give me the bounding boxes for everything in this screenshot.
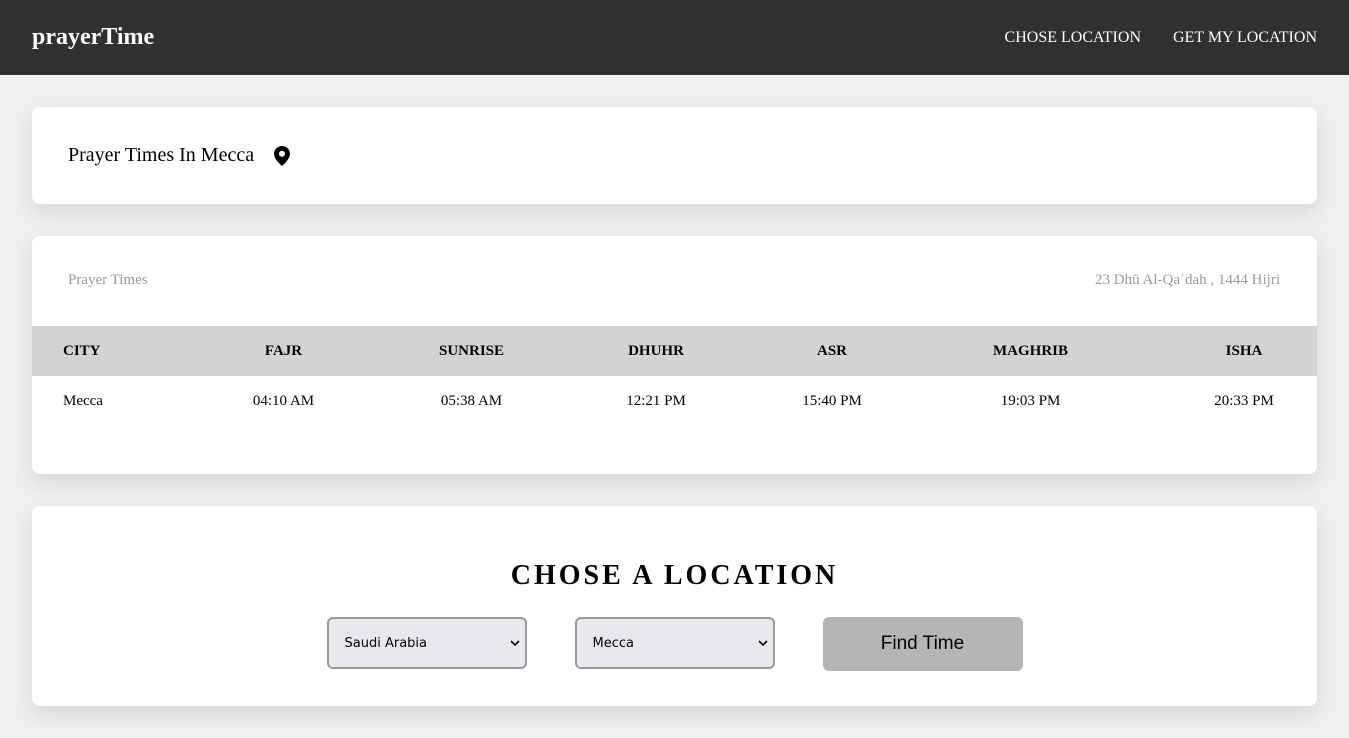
city-select[interactable]: Mecca	[574, 617, 775, 669]
column-header-city: CITY	[63, 342, 101, 359]
prayer-times-label: Prayer Times	[68, 272, 148, 288]
find-time-button[interactable]: Find Time	[822, 617, 1023, 671]
table-header-row: CITY FAJR SUNRISE DHUHR ASR MAGHRIB ISHA	[32, 326, 1317, 376]
city-select-value: Mecca	[592, 635, 634, 651]
chevron-down-icon	[757, 639, 768, 647]
column-header-maghrib: MAGHRIB	[993, 342, 1068, 359]
cell-asr: 15:40 PM	[802, 392, 862, 409]
table-row: Mecca 04:10 AM 05:38 AM 12:21 PM 15:40 P…	[32, 376, 1317, 426]
cell-sunrise: 05:38 AM	[440, 392, 503, 409]
column-header-sunrise: SUNRISE	[438, 342, 505, 359]
choose-location-card: CHOSE A LOCATION Saudi Arabia Mecca Find…	[32, 506, 1317, 706]
cell-city: Mecca	[63, 392, 103, 409]
prayer-times-header: Prayer Times 23 Dhū Al-Qaʿdah , 1444 Hij…	[32, 236, 1317, 326]
column-header-fajr: FAJR	[264, 342, 303, 359]
country-select-value: Saudi Arabia	[344, 635, 428, 651]
map-pin-icon	[274, 145, 291, 166]
cell-isha: 20:33 PM	[1214, 392, 1274, 409]
nav-link-chose-location[interactable]: CHOSE LOCATION	[1005, 29, 1141, 47]
nav-link-get-my-location[interactable]: GET MY LOCATION	[1173, 29, 1317, 47]
column-header-dhuhr: DHUHR	[628, 342, 684, 359]
location-title: Prayer Times In Mecca	[68, 144, 255, 166]
brand-logo[interactable]: prayerTime	[32, 24, 154, 51]
cell-maghrib: 19:03 PM	[1000, 392, 1061, 409]
choose-location-title: CHOSE A LOCATION	[510, 560, 839, 591]
cell-dhuhr: 12:21 PM	[626, 392, 686, 409]
location-card: Prayer Times In Mecca	[32, 107, 1317, 204]
navbar: prayerTime CHOSE LOCATION GET MY LOCATIO…	[0, 0, 1349, 75]
nav-links: CHOSE LOCATION GET MY LOCATION	[1005, 29, 1317, 47]
column-header-asr: ASR	[816, 342, 847, 359]
location-controls: Saudi Arabia Mecca Find Time	[32, 617, 1317, 671]
cell-fajr: 04:10 AM	[252, 392, 315, 409]
prayer-times-card: Prayer Times 23 Dhū Al-Qaʿdah , 1444 Hij…	[32, 236, 1317, 474]
hijri-date: 23 Dhū Al-Qaʿdah , 1444 Hijri	[1095, 272, 1280, 288]
chevron-down-icon	[509, 639, 520, 647]
prayer-times-table: CITY FAJR SUNRISE DHUHR ASR MAGHRIB ISHA…	[32, 326, 1317, 426]
country-select[interactable]: Saudi Arabia	[326, 617, 527, 669]
column-header-isha: ISHA	[1225, 342, 1263, 359]
